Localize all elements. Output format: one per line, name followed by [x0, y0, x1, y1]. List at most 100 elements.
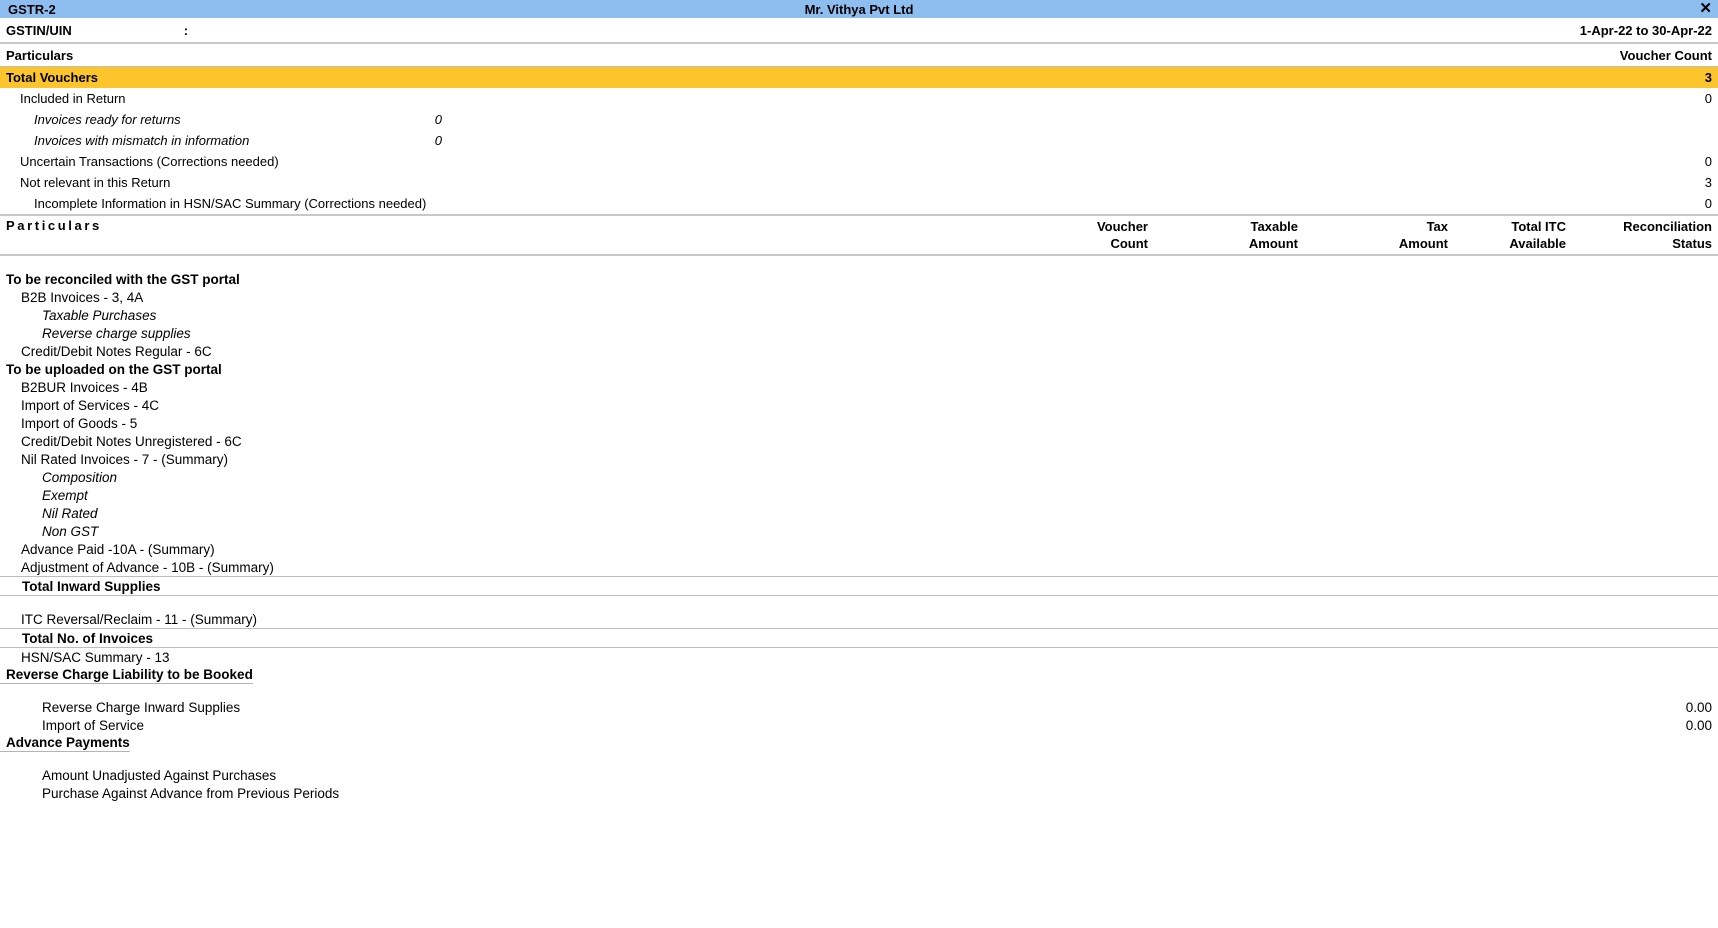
row-label: Advance Paid -10A - (Summary) — [21, 541, 215, 557]
column-header-total-itc-available: Total ITC Available — [1509, 219, 1566, 251]
summary-row-label: Uncertain Transactions (Corrections need… — [20, 154, 279, 169]
summary-row[interactable]: Invoices with mismatch in information 0 — [0, 130, 1718, 151]
row-label: Credit/Debit Notes Unregistered - 6C — [21, 433, 242, 449]
row-label: ITC Reversal/Reclaim - 11 - (Summary) — [21, 611, 258, 627]
summary-row-voucher-count: 3 — [1704, 70, 1712, 85]
table-row[interactable]: Amount Unadjusted Against Purchases — [0, 766, 1718, 784]
table-row[interactable]: Import of Service 0.00 — [0, 716, 1718, 734]
row-label: Credit/Debit Notes Regular - 6C — [21, 343, 212, 359]
row-label: Total No. of Invoices — [22, 630, 154, 646]
summary-column-header: Particulars Voucher Count — [0, 44, 1718, 66]
row-label: To be reconciled with the GST portal — [6, 271, 240, 287]
column-header-voucher-count: Voucher Count — [1096, 219, 1148, 251]
column-header-tax-amount: Tax Amount — [1398, 219, 1448, 251]
table-row[interactable]: Reverse Charge Inward Supplies 0.00 — [0, 698, 1718, 716]
body-top-spacer — [0, 256, 1718, 270]
row-value: 0.00 — [1685, 699, 1712, 715]
company-name: Mr. Vithya Pvt Ltd — [804, 1, 914, 17]
row-label: Reverse charge supplies — [42, 325, 191, 341]
report-period: 1-Apr-22 to 30-Apr-22 — [1579, 22, 1712, 38]
summary-row[interactable]: Uncertain Transactions (Corrections need… — [0, 151, 1718, 172]
row-label: Reverse Charge Inward Supplies — [42, 699, 241, 715]
table-row[interactable]: Import of Services - 4C — [0, 396, 1718, 414]
row-label: Purchase Against Advance from Previous P… — [42, 785, 340, 801]
row-value: 0.00 — [1685, 717, 1712, 733]
total-row[interactable]: Total Inward Supplies — [0, 577, 1718, 595]
row-label: Nil Rated — [42, 505, 98, 521]
row-label: To be uploaded on the GST portal — [6, 361, 222, 377]
report-name: GSTR-2 — [8, 1, 56, 17]
report-body: To be reconciled with the GST portal B2B … — [0, 256, 1718, 802]
summary-row-label: Incomplete Information in HSN/SAC Summar… — [34, 196, 427, 211]
column-header-taxable-amount: Taxable Amount — [1248, 219, 1298, 251]
summary-header-voucher-count: Voucher Count — [1619, 47, 1712, 63]
row-label: Advance Payments — [0, 735, 130, 752]
table-row[interactable]: Advance Paid -10A - (Summary) — [0, 540, 1718, 558]
summary-row[interactable]: Incomplete Information in HSN/SAC Summar… — [0, 193, 1718, 214]
gstin-colon: : — [183, 22, 189, 38]
table-row[interactable]: Credit/Debit Notes Regular - 6C — [0, 342, 1718, 360]
summary-row[interactable]: Invoices ready for returns 0 — [0, 109, 1718, 130]
table-row[interactable]: Import of Goods - 5 — [0, 414, 1718, 432]
row-label: Import of Goods - 5 — [21, 415, 138, 431]
summary-row-voucher-count: 0 — [1704, 91, 1712, 106]
table-row[interactable]: Reverse charge supplies — [0, 324, 1718, 342]
row-label: Total Inward Supplies — [22, 578, 161, 594]
table-row[interactable]: Composition — [0, 468, 1718, 486]
table-row[interactable]: ITC Reversal/Reclaim - 11 - (Summary) — [0, 610, 1718, 628]
gstin-subheader: GSTIN/UIN : 1-Apr-22 to 30-Apr-22 — [0, 18, 1718, 42]
table-row[interactable]: HSN/SAC Summary - 13 — [0, 648, 1718, 666]
row-label: Composition — [42, 469, 118, 485]
row-label: B2BUR Invoices - 4B — [21, 379, 148, 395]
table-row[interactable]: Nil Rated — [0, 504, 1718, 522]
summary-row-voucher-count: 0 — [1704, 196, 1712, 211]
summary-row-label: Included in Return — [20, 91, 126, 106]
summary-block: Total Vouchers 3 Included in Return 0 Invoic… — [0, 67, 1718, 214]
row-label: Taxable Purchases — [42, 307, 157, 323]
table-row[interactable]: Purchase Against Advance from Previous P… — [0, 784, 1718, 802]
summary-row-label: Invoices with mismatch in information — [34, 133, 250, 148]
row-label: HSN/SAC Summary - 13 — [21, 649, 170, 665]
row-label: Adjustment of Advance - 10B - (Summary) — [21, 559, 274, 575]
row-label: B2B Invoices - 3, 4A — [21, 289, 144, 305]
summary-row[interactable]: Total Vouchers 3 — [0, 67, 1718, 88]
summary-row-label: Invoices ready for returns — [34, 112, 181, 127]
row-label: Exempt — [42, 487, 88, 503]
table-row[interactable]: Taxable Purchases — [0, 306, 1718, 324]
summary-row-voucher-count: 3 — [1704, 175, 1712, 190]
total-row[interactable]: Total No. of Invoices — [0, 629, 1718, 647]
row-label: Reverse Charge Liability to be Booked — [0, 667, 253, 684]
close-icon[interactable]: ✕ — [1699, 0, 1712, 18]
window-titlebar: GSTR-2 Mr. Vithya Pvt Ltd ✕ — [0, 0, 1718, 18]
table-row[interactable]: Exempt — [0, 486, 1718, 504]
table-row[interactable]: Non GST — [0, 522, 1718, 540]
table-row[interactable]: B2B Invoices - 3, 4A — [0, 288, 1718, 306]
table-row[interactable]: Adjustment of Advance - 10B - (Summary) — [0, 558, 1718, 576]
column-header-particulars: Particulars — [6, 218, 102, 233]
summary-row-mid-value: 0 — [434, 112, 442, 127]
summary-row-mid-value: 0 — [434, 133, 442, 148]
summary-row[interactable]: Not relevant in this Return 3 — [0, 172, 1718, 193]
table-row[interactable]: B2BUR Invoices - 4B — [0, 378, 1718, 396]
summary-row[interactable]: Included in Return 0 — [0, 88, 1718, 109]
row-label: Import of Service — [42, 717, 145, 733]
summary-row-voucher-count: 0 — [1704, 154, 1712, 169]
table-row[interactable]: Reverse Charge Liability to be Booked — [0, 666, 1718, 684]
table-row[interactable]: Credit/Debit Notes Unregistered - 6C — [0, 432, 1718, 450]
table-row[interactable]: To be reconciled with the GST portal — [0, 270, 1718, 288]
row-label: Import of Services - 4C — [21, 397, 160, 413]
table-column-headers: Particulars Voucher Count Taxable Amount… — [0, 216, 1718, 254]
row-label: Non GST — [42, 523, 99, 539]
summary-row-label: Not relevant in this Return — [20, 175, 171, 190]
row-label: Amount Unadjusted Against Purchases — [42, 767, 277, 783]
column-header-reconciliation-status: Reconciliation Status — [1623, 219, 1712, 251]
summary-header-particulars: Particulars — [6, 47, 74, 63]
table-row[interactable]: Nil Rated Invoices - 7 - (Summary) — [0, 450, 1718, 468]
table-row[interactable]: Advance Payments — [0, 734, 1718, 752]
table-row[interactable]: To be uploaded on the GST portal — [0, 360, 1718, 378]
gstin-label: GSTIN/UIN — [6, 22, 72, 38]
summary-row-label: Total Vouchers — [6, 70, 98, 85]
